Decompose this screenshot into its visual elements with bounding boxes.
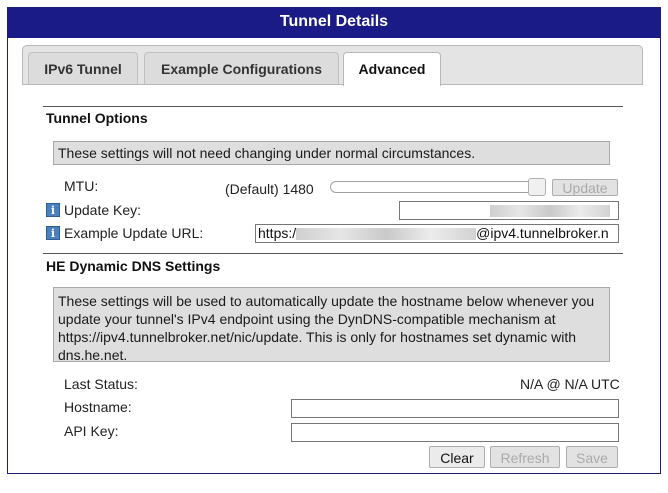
clear-button[interactable]: Clear <box>429 446 485 468</box>
mtu-label: MTU: <box>64 178 99 194</box>
hostname-field[interactable] <box>291 399 619 418</box>
update-url-suffix: @ipv4.tunnelbroker.n <box>476 225 609 241</box>
tab-advanced[interactable]: Advanced <box>343 52 441 86</box>
info-icon[interactable]: i <box>46 203 60 217</box>
section-divider <box>43 253 623 254</box>
section-divider <box>43 106 623 107</box>
update-url-field[interactable]: https:/ @ipv4.tunnelbroker.n <box>255 224 619 243</box>
tunnel-options-heading: Tunnel Options <box>46 110 148 126</box>
refresh-button[interactable]: Refresh <box>490 446 560 468</box>
window-title: Tunnel Details <box>8 8 660 38</box>
info-icon[interactable]: i <box>46 226 60 240</box>
dns-settings-heading: HE Dynamic DNS Settings <box>46 258 221 274</box>
mtu-slider-track[interactable] <box>330 181 545 193</box>
mtu-slider-handle[interactable] <box>528 178 546 196</box>
mtu-value: (Default) 1480 <box>225 181 314 197</box>
tab-example-configurations[interactable]: Example Configurations <box>144 52 339 84</box>
api-key-field[interactable] <box>291 423 619 442</box>
save-button[interactable]: Save <box>566 446 618 468</box>
tab-strip: IPv6 Tunnel Example Configurations Advan… <box>22 45 643 86</box>
api-key-label: API Key: <box>64 423 119 439</box>
update-key-field[interactable] <box>399 201 619 220</box>
hostname-label: Hostname: <box>64 399 132 415</box>
tunnel-options-notice: These settings will not need changing un… <box>53 141 610 165</box>
update-url-label: Example Update URL: <box>64 225 204 241</box>
update-mtu-button[interactable]: Update <box>552 179 618 196</box>
tab-ipv6-tunnel[interactable]: IPv6 Tunnel <box>28 52 138 84</box>
redacted-value <box>296 228 477 241</box>
last-status-label: Last Status: <box>64 376 138 392</box>
update-key-label: Update Key: <box>64 202 142 218</box>
dns-settings-notice: These settings will be used to automatic… <box>53 287 610 363</box>
last-status-value: N/A @ N/A UTC <box>520 376 620 392</box>
update-url-prefix: https:/ <box>258 225 297 241</box>
redacted-value <box>490 205 610 218</box>
